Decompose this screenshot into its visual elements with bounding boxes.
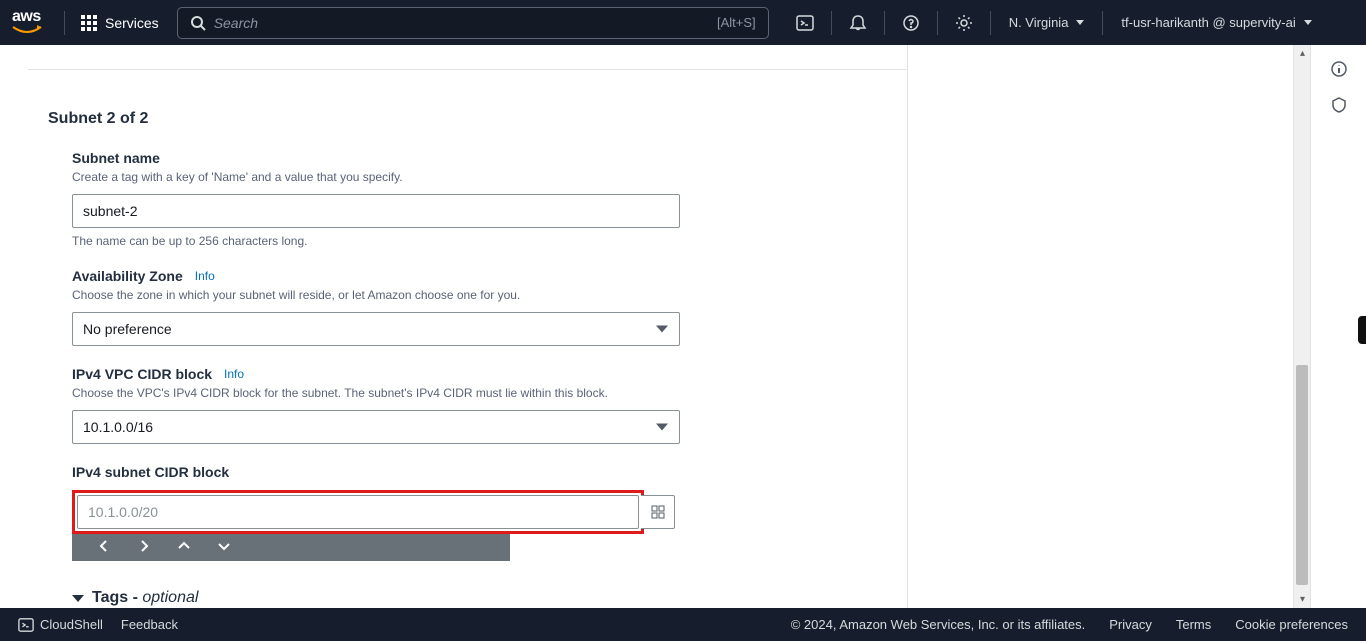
security-panel-toggle[interactable] [1327,93,1351,117]
search-icon [190,15,206,31]
scrollbar[interactable]: ▴ ▾ [1293,45,1310,608]
cloudshell-label: CloudShell [40,617,103,632]
caret-down-icon [1076,20,1084,25]
az-desc: Choose the zone in which your subnet wil… [72,288,887,302]
chevron-down-icon [72,595,84,602]
az-select-value: No preference [83,321,172,337]
search-input[interactable] [214,15,717,31]
field-subnet-name: Subnet name Create a tag with a key of '… [28,140,907,248]
cloudshell-icon-button[interactable] [785,3,825,43]
az-label: Availability Zone Info [72,268,887,284]
vpc-cidr-info-link[interactable]: Info [224,367,244,381]
subnet-cidr-label: IPv4 subnet CIDR block [72,464,887,480]
subnet-name-label: Subnet name [72,150,887,166]
cidr-prev-button[interactable] [84,531,124,561]
aws-logo-smile-icon [12,25,42,37]
subnet-name-input[interactable] [72,194,680,228]
subnet-cidr-highlight [72,490,644,534]
chevron-down-icon [656,326,668,333]
subnet-cidr-row [72,490,887,534]
nav-divider [1102,11,1103,35]
aws-logo-text: aws [12,9,41,25]
footer: CloudShell Feedback © 2024, Amazon Web S… [0,608,1366,641]
account-label: tf-usr-harikanth @ supervity-ai [1121,15,1295,30]
region-selector[interactable]: N. Virginia [997,15,1097,30]
vpc-cidr-select[interactable]: 10.1.0.0/16 [72,410,680,444]
main-wrapper: Subnet 2 of 2 Subnet name Create a tag w… [0,45,1366,608]
cloudshell-button[interactable]: CloudShell [18,617,103,633]
grid-picker-icon [651,505,665,519]
cookie-preferences-link[interactable]: Cookie preferences [1235,617,1348,632]
scroll-down-icon[interactable]: ▾ [1294,591,1311,608]
feedback-tab[interactable] [1358,316,1366,344]
copyright-text: © 2024, Amazon Web Services, Inc. or its… [791,617,1086,632]
main-content: Subnet 2 of 2 Subnet name Create a tag w… [0,45,1366,608]
cidr-up-button[interactable] [164,531,204,561]
field-subnet-cidr: IPv4 subnet CIDR block [28,444,907,561]
subnet-cidr-input[interactable] [77,495,639,529]
subnet-name-desc: Create a tag with a key of 'Name' and a … [72,170,887,184]
scrollbar-thumb[interactable] [1296,365,1308,585]
feedback-link[interactable]: Feedback [121,617,178,632]
services-grid-icon [81,15,97,31]
info-panel-toggle[interactable] [1327,57,1351,81]
vpc-cidr-select-value: 10.1.0.0/16 [83,419,153,435]
subnet-section-heading: Subnet 2 of 2 [28,70,907,140]
chevron-down-icon [656,424,668,431]
search-shortcut-hint: [Alt+S] [717,15,756,30]
services-button[interactable]: Services [71,15,169,31]
az-select[interactable]: No preference [72,312,680,346]
nav-icons-group [785,3,997,43]
nav-divider [64,11,65,35]
terms-link[interactable]: Terms [1176,617,1211,632]
account-selector[interactable]: tf-usr-harikanth @ supervity-ai [1109,15,1323,30]
global-search-box[interactable]: [Alt+S] [177,7,769,39]
field-availability-zone: Availability Zone Info Choose the zone i… [28,248,907,346]
nav-divider [990,11,991,35]
settings-icon-button[interactable] [944,3,984,43]
footer-left: CloudShell Feedback [18,617,178,633]
cidr-next-button[interactable] [124,531,164,561]
top-nav: aws Services [Alt+S] N. Virgi [0,0,1366,45]
tags-expander[interactable]: Tags - optional [28,561,907,607]
cidr-nav-bar [72,531,510,561]
scroll-up-icon[interactable]: ▴ [1294,45,1311,62]
services-label: Services [105,15,159,31]
vpc-cidr-desc: Choose the VPC's IPv4 CIDR block for the… [72,386,887,400]
subnet-name-helper: The name can be up to 256 characters lon… [72,234,887,248]
vpc-cidr-select-wrapper: 10.1.0.0/16 [72,410,680,444]
footer-right: © 2024, Amazon Web Services, Inc. or its… [791,617,1348,632]
nav-divider [884,11,885,35]
vpc-cidr-label: IPv4 VPC CIDR block Info [72,366,887,382]
aws-logo[interactable]: aws [12,9,58,37]
tags-heading: Tags - [92,589,142,606]
cidr-down-button[interactable] [204,531,244,561]
field-vpc-cidr: IPv4 VPC CIDR block Info Choose the VPC'… [28,346,907,444]
notifications-icon-button[interactable] [838,3,878,43]
cloudshell-icon [18,617,34,633]
az-select-wrapper: No preference [72,312,680,346]
form-column: Subnet 2 of 2 Subnet name Create a tag w… [28,45,908,608]
caret-down-icon [1304,20,1312,25]
nav-divider [831,11,832,35]
nav-divider [937,11,938,35]
region-label: N. Virginia [1009,15,1069,30]
tags-optional-label: optional [142,589,198,606]
privacy-link[interactable]: Privacy [1109,617,1152,632]
az-info-link[interactable]: Info [195,269,215,283]
help-icon-button[interactable] [891,3,931,43]
cidr-picker-button[interactable] [641,495,675,529]
